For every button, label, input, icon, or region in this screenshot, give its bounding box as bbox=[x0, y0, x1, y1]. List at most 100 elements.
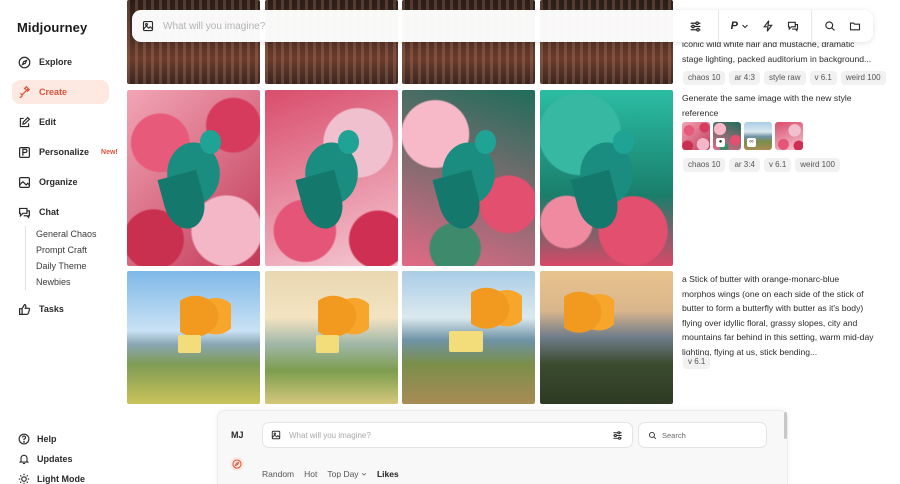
person-icon: ● bbox=[716, 138, 725, 147]
toolbar-group bbox=[811, 10, 873, 42]
sidebar-item-label: Updates bbox=[37, 454, 73, 464]
prompt-input[interactable]: What will you imagine? bbox=[163, 21, 689, 32]
gallery-image[interactable] bbox=[265, 90, 398, 266]
image-upload-icon[interactable] bbox=[271, 430, 281, 440]
filter-top-day[interactable]: Top Day bbox=[327, 469, 367, 479]
sun-icon bbox=[18, 473, 30, 484]
feed-filters: Random Hot Top Day Likes bbox=[262, 469, 399, 479]
param-chip[interactable]: v 6.1 bbox=[683, 355, 711, 369]
settings-sliders-icon[interactable] bbox=[612, 430, 623, 441]
prompt-params: chaos 10 ar 4:3 style raw v 6.1 weird 10… bbox=[683, 71, 886, 85]
chat-icon bbox=[19, 207, 30, 219]
settings-sliders-icon[interactable] bbox=[689, 20, 702, 33]
gallery-image[interactable] bbox=[540, 90, 673, 266]
lightning-icon[interactable] bbox=[762, 20, 774, 32]
style-reference-thumb[interactable] bbox=[682, 122, 710, 150]
gallery-image[interactable] bbox=[540, 271, 673, 404]
butter-figure bbox=[315, 334, 340, 354]
sidebar-item-personalize[interactable]: Personalize New! bbox=[12, 140, 118, 164]
sidebar-item-edit[interactable]: Edit bbox=[12, 110, 109, 134]
panel-scrollbar[interactable] bbox=[784, 412, 787, 439]
prompt-text[interactable]: Generate the same image with the new sty… bbox=[682, 91, 874, 120]
panel-label: MJ bbox=[231, 430, 244, 440]
personalize-label: P bbox=[730, 20, 738, 32]
param-chip[interactable]: weird 100 bbox=[795, 158, 840, 172]
chat-icon[interactable] bbox=[787, 20, 799, 32]
filter-random[interactable]: Random bbox=[262, 469, 294, 479]
toolbar-group: P bbox=[717, 10, 811, 42]
chat-channel-list: General Chaos Prompt Craft Daily Theme N… bbox=[25, 226, 97, 290]
parrot-figure bbox=[298, 130, 365, 214]
image-upload-icon[interactable] bbox=[142, 20, 154, 32]
gallery-image[interactable] bbox=[402, 90, 535, 266]
sidebar-item-label: Light Mode bbox=[37, 474, 85, 484]
compass-icon bbox=[18, 56, 31, 68]
sidebar-item-label: Tasks bbox=[39, 304, 64, 314]
gallery-image[interactable] bbox=[127, 90, 260, 266]
chevron-down-icon bbox=[361, 472, 367, 476]
paintbrush-icon bbox=[19, 85, 31, 98]
param-chip[interactable]: ar 3:4 bbox=[729, 158, 760, 172]
sidebar-item-label: Organize bbox=[39, 177, 78, 187]
style-reference-list: ● ∞ bbox=[682, 122, 803, 150]
folder-icon[interactable] bbox=[849, 20, 861, 32]
panel-search-input[interactable]: Search bbox=[638, 422, 767, 448]
panel-prompt-bar: What will you imagine? bbox=[262, 422, 633, 448]
sidebar-item-label: Edit bbox=[39, 117, 56, 127]
filter-hot[interactable]: Hot bbox=[304, 469, 317, 479]
butter-figure bbox=[177, 334, 202, 354]
sidebar-item-create[interactable]: Create bbox=[12, 80, 109, 104]
panel-prompt-input[interactable]: What will you imagine? bbox=[289, 431, 612, 440]
chat-channel-newbies[interactable]: Newbies bbox=[36, 274, 97, 290]
bell-icon bbox=[18, 454, 30, 465]
personalize-icon bbox=[19, 146, 30, 158]
edit-icon bbox=[19, 116, 31, 127]
sidebar-item-chat[interactable]: Chat bbox=[12, 200, 109, 224]
chat-channel-general-chaos[interactable]: General Chaos bbox=[36, 226, 97, 242]
personalize-toggle[interactable]: P bbox=[731, 20, 749, 32]
sidebar-item-label: Chat bbox=[39, 207, 59, 217]
gallery-image[interactable] bbox=[402, 271, 535, 404]
prompt-params: chaos 10 ar 3:4 v 6.1 weird 100 bbox=[683, 158, 840, 172]
thumbs-up-icon bbox=[19, 303, 31, 315]
sidebar-item-explore[interactable]: Explore bbox=[12, 50, 109, 74]
param-chip[interactable]: style raw bbox=[763, 71, 806, 85]
compass-icon bbox=[232, 459, 242, 469]
help-icon bbox=[18, 433, 30, 445]
image-icon bbox=[19, 176, 30, 188]
style-reference-thumb[interactable] bbox=[775, 122, 803, 150]
param-chip[interactable]: weird 100 bbox=[840, 71, 886, 85]
filter-likes[interactable]: Likes bbox=[377, 469, 399, 479]
search-icon bbox=[648, 431, 657, 439]
sidebar-item-light-mode[interactable]: Light Mode bbox=[18, 473, 85, 484]
butter-figure bbox=[448, 330, 484, 353]
param-chip[interactable]: ar 4:3 bbox=[729, 71, 760, 85]
param-chip[interactable]: v 6.1 bbox=[763, 158, 792, 172]
explore-button[interactable] bbox=[230, 457, 244, 471]
app-logo[interactable]: Midjourney bbox=[17, 20, 87, 35]
prompt-text[interactable]: a Stick of butter with orange-monarc-blu… bbox=[682, 272, 874, 359]
search-icon[interactable] bbox=[824, 20, 836, 32]
param-chip[interactable]: chaos 10 bbox=[683, 71, 726, 85]
gallery-image[interactable] bbox=[127, 271, 260, 404]
sidebar-item-updates[interactable]: Updates bbox=[18, 453, 73, 465]
sidebar-item-label: Explore bbox=[39, 57, 73, 67]
chat-channel-prompt-craft[interactable]: Prompt Craft bbox=[36, 242, 97, 258]
sidebar: Midjourney Explore Create Edit Personali… bbox=[0, 0, 120, 484]
search-placeholder: Search bbox=[662, 430, 686, 440]
param-chip[interactable]: v 6.1 bbox=[809, 71, 837, 85]
sidebar-item-label: Personalize bbox=[39, 147, 90, 157]
new-badge: New! bbox=[101, 148, 118, 156]
sidebar-item-label: Create bbox=[39, 87, 68, 97]
sidebar-item-tasks[interactable]: Tasks bbox=[12, 297, 109, 321]
parrot-figure bbox=[435, 130, 502, 214]
butterfly-figure bbox=[563, 290, 615, 345]
parrot-figure bbox=[160, 130, 227, 214]
sidebar-item-organize[interactable]: Organize bbox=[12, 170, 109, 194]
chat-channel-daily-theme[interactable]: Daily Theme bbox=[36, 258, 97, 274]
param-chip[interactable]: chaos 10 bbox=[683, 158, 726, 172]
gallery-image[interactable] bbox=[265, 271, 398, 404]
style-reference-thumb[interactable]: ∞ bbox=[744, 122, 772, 150]
style-reference-thumb[interactable]: ● bbox=[713, 122, 741, 150]
sidebar-item-help[interactable]: Help bbox=[18, 433, 57, 445]
